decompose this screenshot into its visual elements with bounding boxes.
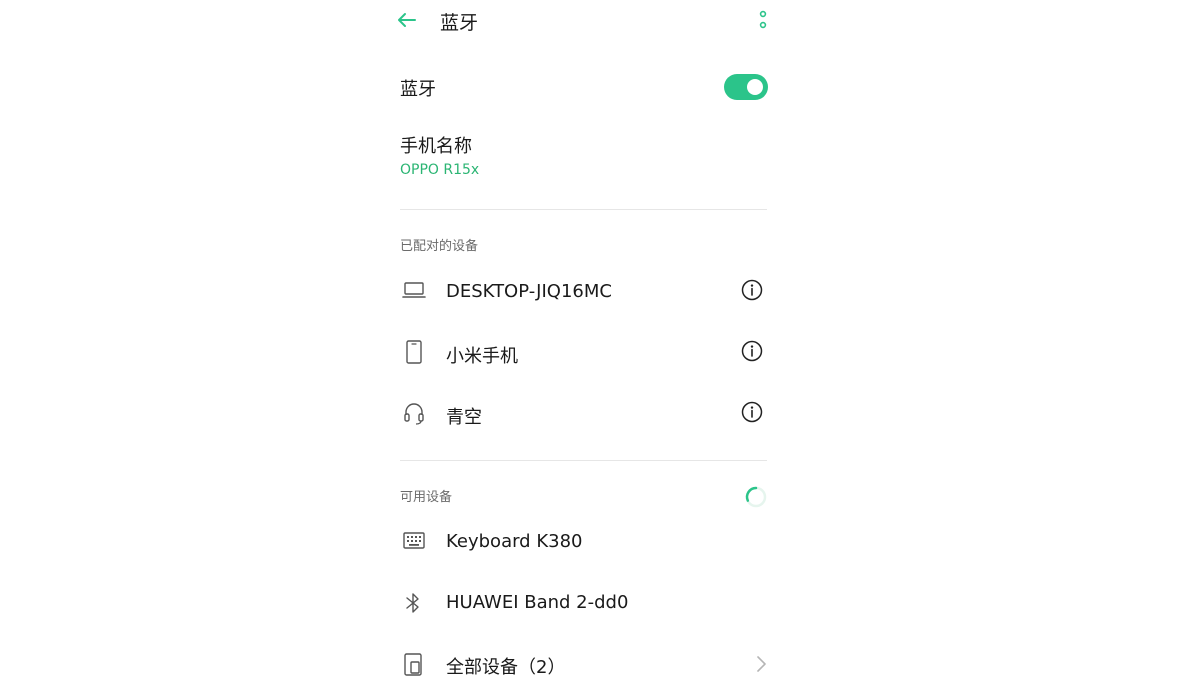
all-devices-row[interactable]: 全部设备（2）	[400, 644, 772, 684]
device-info-button[interactable]	[741, 279, 763, 301]
divider	[400, 209, 767, 210]
bluetooth-label: 蓝牙	[400, 79, 436, 100]
phone-name-value: OPPO R15x	[400, 162, 480, 178]
phone-icon	[405, 340, 423, 364]
info-icon	[741, 340, 763, 362]
toggle-knob	[747, 79, 763, 95]
phone-name-row[interactable]: 手机名称 OPPO R15x	[400, 132, 767, 182]
more-options-button[interactable]	[756, 10, 770, 30]
paired-device-name: 小米手机	[446, 346, 518, 367]
more-vertical-icon	[759, 10, 767, 29]
all-devices-label: 全部设备（2）	[446, 657, 566, 678]
info-icon	[741, 279, 763, 301]
bluetooth-icon	[404, 591, 422, 615]
info-icon	[741, 401, 763, 423]
chevron-right-icon	[755, 654, 767, 674]
paired-devices-header: 已配对的设备	[400, 239, 479, 254]
available-device-name: HUAWEI Band 2-dd0	[446, 592, 629, 613]
headset-icon	[403, 401, 425, 425]
back-button[interactable]	[396, 9, 418, 31]
divider	[400, 460, 767, 461]
paired-device-row[interactable]: 青空	[400, 394, 767, 434]
available-device-row[interactable]: Keyboard K380	[400, 522, 767, 562]
available-device-name: Keyboard K380	[446, 531, 583, 552]
available-device-row[interactable]: HUAWEI Band 2-dd0	[400, 583, 767, 623]
paired-device-row[interactable]: DESKTOP-JIQ16MC	[400, 272, 767, 312]
scanning-spinner-icon	[744, 485, 768, 509]
available-devices-header: 可用设备	[400, 490, 453, 505]
bluetooth-settings-screen: 蓝牙 蓝牙 手机名称 OPPO R15x 已配对的设备 DESKTOP-JIQ1…	[0, 0, 1200, 700]
device-info-button[interactable]	[741, 340, 763, 362]
keyboard-icon	[402, 531, 426, 551]
paired-device-name: 青空	[446, 407, 482, 428]
phone-name-label: 手机名称	[400, 136, 472, 157]
devices-icon	[403, 652, 425, 676]
device-info-button[interactable]	[741, 401, 763, 423]
paired-device-row[interactable]: 小米手机	[400, 333, 767, 373]
bluetooth-toggle[interactable]	[724, 74, 768, 100]
arrow-left-icon	[398, 13, 416, 27]
page-title: 蓝牙	[440, 12, 479, 34]
laptop-icon	[402, 280, 426, 300]
paired-device-name: DESKTOP-JIQ16MC	[446, 281, 612, 302]
